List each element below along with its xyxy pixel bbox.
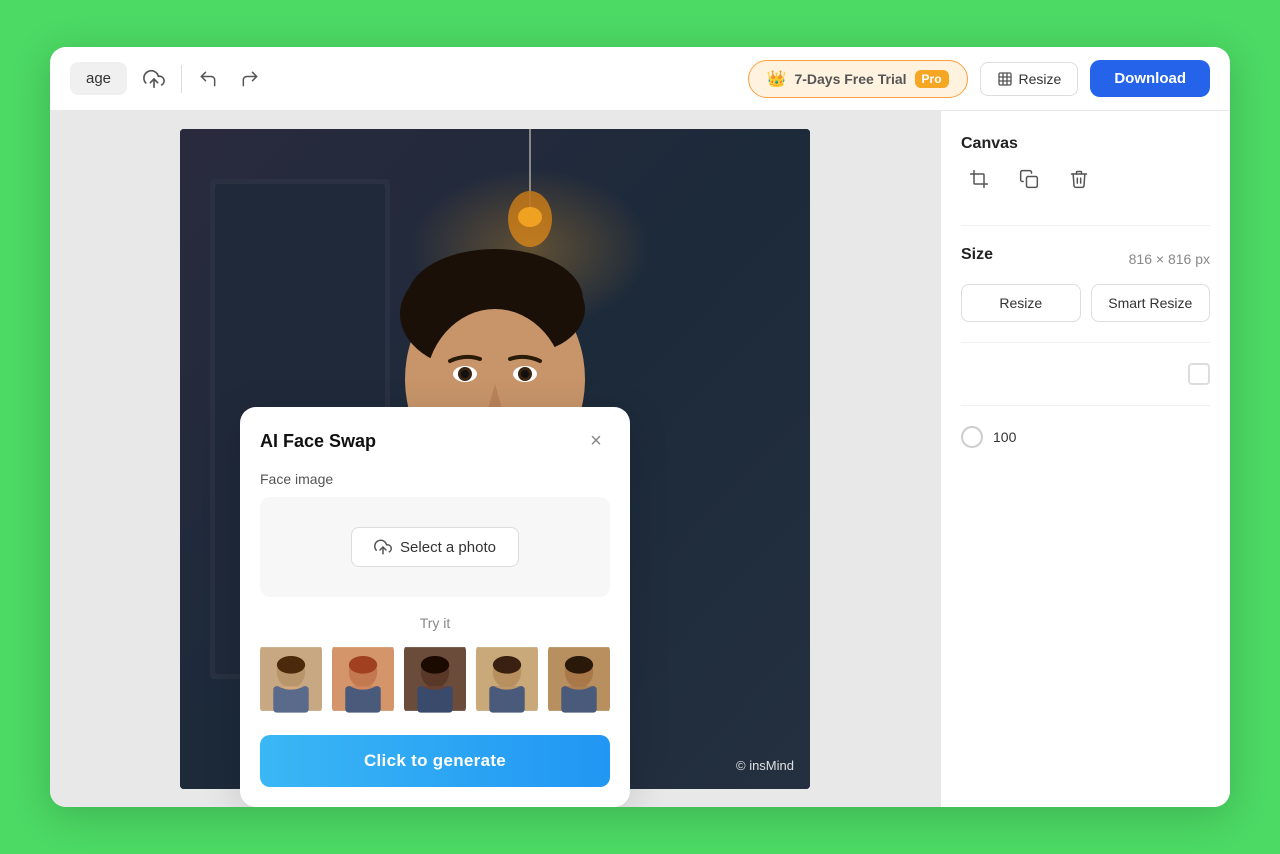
- resize-icon: [997, 71, 1013, 87]
- panel-divider-1: [961, 225, 1210, 226]
- try-it-label: Try it: [260, 615, 610, 631]
- resize-header-button[interactable]: Resize: [980, 62, 1079, 96]
- checkbox[interactable]: [1188, 363, 1210, 385]
- modal-header: AI Face Swap ×: [240, 407, 630, 471]
- size-row: Size 816 × 816 px: [961, 246, 1210, 272]
- resize-buttons: Resize Smart Resize: [961, 284, 1210, 322]
- sample-face-2: [332, 643, 394, 715]
- canvas-section: Canvas: [961, 135, 1210, 205]
- sample-photo-3[interactable]: [404, 643, 466, 715]
- delete-tool[interactable]: [1061, 161, 1097, 197]
- modal-title: AI Face Swap: [260, 431, 376, 452]
- photo-upload-area[interactable]: Select a photo: [260, 497, 610, 597]
- page-button[interactable]: age: [70, 62, 127, 95]
- size-section-title: Size: [961, 246, 993, 264]
- trial-button[interactable]: 👑 7-Days Free Trial Pro: [748, 60, 968, 98]
- canvas-section-title: Canvas: [961, 135, 1210, 153]
- face-swap-modal: AI Face Swap × Face image: [240, 407, 630, 807]
- redo-button[interactable]: [234, 63, 266, 95]
- size-value: 816 × 816 px: [1129, 251, 1210, 267]
- toolbar-left: age: [70, 62, 736, 96]
- pro-badge: Pro: [915, 70, 949, 88]
- crown-icon: 👑: [767, 69, 787, 89]
- download-button[interactable]: Download: [1090, 60, 1210, 97]
- main-content: © insMind AI Face Swap × Face image: [50, 111, 1230, 807]
- sample-photos: [260, 643, 610, 715]
- sample-face-1: [260, 643, 322, 715]
- trial-label: 7-Days Free Trial: [794, 71, 906, 87]
- panel-divider-3: [961, 405, 1210, 406]
- opacity-row: 100: [961, 426, 1210, 448]
- copy-tool[interactable]: [1011, 161, 1047, 197]
- canvas-area: © insMind AI Face Swap × Face image: [50, 111, 940, 807]
- cloud-icon: [143, 68, 165, 90]
- select-photo-label: Select a photo: [400, 539, 496, 556]
- watermark-text: © insMind: [736, 758, 794, 773]
- canvas-tools: [961, 161, 1210, 197]
- sample-photo-1[interactable]: [260, 643, 322, 715]
- size-section: Size 816 × 816 px Resize Smart Resize: [961, 246, 1210, 322]
- sample-face-5: [548, 643, 610, 715]
- generate-button[interactable]: Click to generate: [260, 735, 610, 787]
- undo-button[interactable]: [192, 63, 224, 95]
- modal-close-button[interactable]: ×: [582, 427, 610, 455]
- opacity-value: 100: [993, 429, 1016, 445]
- toolbar-divider: [181, 65, 182, 93]
- panel-divider-2: [961, 342, 1210, 343]
- watermark: © insMind: [736, 758, 794, 773]
- save-button[interactable]: [137, 62, 171, 96]
- resize-option-button[interactable]: Resize: [961, 284, 1081, 322]
- resize-header-label: Resize: [1019, 71, 1062, 87]
- sample-photo-2[interactable]: [332, 643, 394, 715]
- select-photo-button[interactable]: Select a photo: [351, 527, 519, 567]
- toolbar-right: 👑 7-Days Free Trial Pro Resize Download: [748, 60, 1210, 98]
- toolbar: age: [50, 47, 1230, 111]
- sample-photo-5[interactable]: [548, 643, 610, 715]
- sample-face-3: [404, 643, 466, 715]
- app-window: age: [50, 47, 1230, 807]
- upload-icon: [374, 538, 392, 556]
- sample-photo-4[interactable]: [476, 643, 538, 715]
- sample-face-4: [476, 643, 538, 715]
- face-image-label: Face image: [260, 471, 610, 487]
- redo-icon: [240, 69, 260, 89]
- opacity-circle-icon: [961, 426, 983, 448]
- smart-resize-option-button[interactable]: Smart Resize: [1091, 284, 1211, 322]
- undo-icon: [198, 69, 218, 89]
- checkbox-row: [961, 363, 1210, 385]
- crop-tool[interactable]: [961, 161, 997, 197]
- right-panel: Canvas: [940, 111, 1230, 807]
- modal-body: Face image Select a photo Try it: [240, 471, 630, 807]
